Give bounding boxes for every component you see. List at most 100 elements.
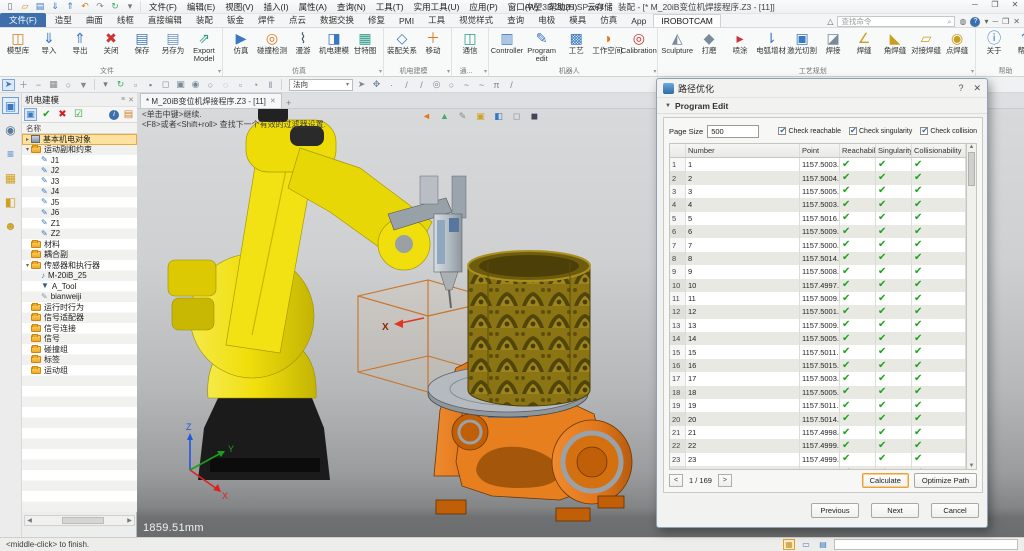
tree-item[interactable]: 运动组 xyxy=(22,365,137,376)
checkbox-check-collision[interactable]: Check collision xyxy=(920,126,977,135)
undo-icon[interactable]: ↶ xyxy=(79,1,91,12)
ribbon-button[interactable]: ◭ Sculpture xyxy=(661,29,693,67)
ribbon-tab-file[interactable]: 文件(F) xyxy=(0,13,46,27)
menu-item[interactable]: 文件(F) xyxy=(145,1,181,13)
ribbon-button[interactable]: ◫ 模型库 xyxy=(3,29,33,67)
ribbon-tab-工具[interactable]: 工具 xyxy=(421,13,452,27)
previous-button[interactable]: Previous xyxy=(811,503,859,518)
auto-check-icon[interactable]: ☑ xyxy=(72,108,85,121)
ribbon-button[interactable]: ▸ 喷涂 xyxy=(725,29,755,67)
table-row[interactable]: 12 12 1157.5001... ✔ ✔ ✔ xyxy=(670,305,966,319)
scroll-down-icon[interactable]: ▼ xyxy=(969,463,975,469)
tree-item[interactable]: 信号适配器 xyxy=(22,313,137,324)
tree-item[interactable]: ▸ 基本机电对象 xyxy=(22,134,137,145)
ribbon-tab-直接编辑[interactable]: 直接编辑 xyxy=(141,13,189,27)
polyline-icon[interactable]: / xyxy=(415,79,428,91)
new-file-icon[interactable]: ▯ xyxy=(4,1,16,12)
tree-item[interactable]: ✎ J3 xyxy=(22,176,137,187)
ribbon-tab-irobotcam[interactable]: IROBOTCAM xyxy=(653,14,721,27)
group-launcher-icon[interactable]: ▾ xyxy=(484,68,487,75)
scroll-left-icon[interactable]: ◀ xyxy=(25,517,34,524)
save-icon[interactable]: ▤ xyxy=(34,1,46,12)
menu-item[interactable]: 视图(V) xyxy=(221,1,257,13)
parts-icon[interactable]: ▦ xyxy=(2,169,19,186)
lattice-workpiece[interactable] xyxy=(467,250,591,407)
table-row[interactable]: 24241157.5010...✔✔✔ xyxy=(670,465,966,469)
hscroll-thumb[interactable] xyxy=(62,517,104,524)
white-cube-icon[interactable]: ◻ xyxy=(510,110,523,122)
group-launcher-icon[interactable]: ▾ xyxy=(218,68,221,75)
tree-item[interactable]: ▼ A_Tool xyxy=(22,281,137,292)
grid-snap-icon[interactable]: ▦ xyxy=(783,539,795,550)
tree-item[interactable]: ✎ Z2 xyxy=(22,229,137,240)
program-edit-section-header[interactable]: ▼ Program Edit xyxy=(657,98,987,114)
ribbon-button[interactable]: ?帮助 xyxy=(1010,29,1024,67)
wave2-icon[interactable]: ~ xyxy=(475,79,488,91)
ribbon-button[interactable]: ◨ 机电建模 xyxy=(319,29,349,67)
pin8-icon[interactable]: ▫ xyxy=(234,79,247,91)
tree-item[interactable]: ✎ J6 xyxy=(22,208,137,219)
import-icon[interactable]: ⇓ xyxy=(49,1,61,12)
table-row[interactable]: 9 9 1157.5008... ✔ ✔ ✔ xyxy=(670,265,966,279)
ribbon-button[interactable]: ◑ 工作空间 xyxy=(592,29,622,67)
tree-item[interactable]: 信号 xyxy=(22,334,137,345)
circle-select-icon[interactable]: ○ xyxy=(62,79,75,91)
tree-item[interactable]: 材料 xyxy=(22,239,137,250)
cursor-icon[interactable]: ➤ xyxy=(355,79,368,91)
table-row[interactable]: 20 20 1157.5014... ✔ ✔ ✔ xyxy=(670,412,966,426)
table-row[interactable]: 23 23 1157.4999... ✔ ✔ ✔ xyxy=(670,452,966,466)
menu-item[interactable]: 实用工具(U) xyxy=(410,1,464,13)
pin7-icon[interactable]: ◌ xyxy=(219,79,232,91)
ribbon-button[interactable]: ◣ 角焊缝 xyxy=(880,29,910,67)
tree-item[interactable]: ▾ 传感器和执行器 xyxy=(22,260,137,271)
ribbon-tab-修复[interactable]: 修复 xyxy=(361,13,392,27)
table-row[interactable]: 6 6 1157.5009... ✔ ✔ ✔ xyxy=(670,224,966,239)
pin6-icon[interactable]: ○ xyxy=(204,79,217,91)
ribbon-tab-查询[interactable]: 查询 xyxy=(500,13,531,27)
tree-item[interactable]: ✎ J2 xyxy=(22,166,137,177)
ribbon-button[interactable]: ⇓ 导入 xyxy=(34,29,64,67)
pin3-icon[interactable]: ◻ xyxy=(159,79,172,91)
checkbox-checked-icon[interactable] xyxy=(849,126,857,135)
mechatronics-doc-icon[interactable]: ▣ xyxy=(24,108,37,121)
document-tab[interactable]: * M_20iB变位机焊接程序.Z3 - [11] ✕ xyxy=(140,93,282,108)
tree-item[interactable]: ▾ 运动副和约束 xyxy=(22,145,137,156)
ribbon-button[interactable]: ⇂ 电弧增材 xyxy=(756,29,786,67)
tree-hscrollbar[interactable]: ◀ ▶ xyxy=(24,515,135,526)
pause-icon[interactable]: ‖ xyxy=(264,79,277,91)
vscroll-thumb[interactable] xyxy=(968,152,975,186)
ribbon-button[interactable]: ◇ 装配关系 xyxy=(387,29,417,67)
ribbon-button[interactable]: ◫ 通信 xyxy=(455,29,485,67)
checkbox-check-reachable[interactable]: Check reachable xyxy=(778,126,841,135)
tree-item[interactable]: 运行时行为 xyxy=(22,302,137,313)
ribbon-button[interactable]: ✖ 关闭 xyxy=(96,29,126,67)
pin4-icon[interactable]: ▣ xyxy=(174,79,187,91)
ribbon-button[interactable]: ✎ Program edit xyxy=(523,29,560,67)
menu-item[interactable]: 插入(I) xyxy=(260,1,293,13)
yellow-box-icon[interactable]: ▣ xyxy=(474,110,487,122)
tree-item[interactable]: ✎ bianweiji xyxy=(22,292,137,303)
checkbox-checked-icon[interactable] xyxy=(920,126,929,135)
globe-icon[interactable]: ◍ xyxy=(959,17,966,26)
ribbon-button[interactable]: ◆ 打磨 xyxy=(694,29,724,67)
pin1-icon[interactable]: ▫ xyxy=(129,79,142,91)
report-icon[interactable]: ▤ xyxy=(122,108,135,121)
tree-item[interactable]: ✎ J1 xyxy=(22,155,137,166)
hand-icon[interactable]: ✥ xyxy=(370,79,383,91)
ribbon-tab-装配[interactable]: 装配 xyxy=(189,13,220,27)
group-launcher-icon[interactable]: ▾ xyxy=(379,68,382,75)
ribbon-button[interactable]: ▶ 仿真 xyxy=(226,29,256,67)
layout-icon[interactable]: ▤ xyxy=(817,539,829,550)
status-input[interactable] xyxy=(834,539,1018,550)
doc-minimize-button[interactable]: ─ xyxy=(992,17,998,26)
wave1-icon[interactable]: ~ xyxy=(460,79,473,91)
ribbon-button[interactable]: ▣ 激光切割 xyxy=(787,29,817,67)
table-row[interactable]: 11 11 1157.5009... ✔ ✔ ✔ xyxy=(670,291,966,306)
cloud-icon[interactable]: △ xyxy=(827,17,833,26)
tab-close-icon[interactable]: ✕ xyxy=(270,97,276,105)
ribbon-tab-数据交换[interactable]: 数据交换 xyxy=(313,13,361,27)
new-tab-button[interactable]: + xyxy=(282,98,296,108)
filter-icon[interactable]: ▼ xyxy=(77,79,90,91)
info-icon[interactable]: i xyxy=(109,109,119,120)
tree-item[interactable]: ✎ J4 xyxy=(22,187,137,198)
